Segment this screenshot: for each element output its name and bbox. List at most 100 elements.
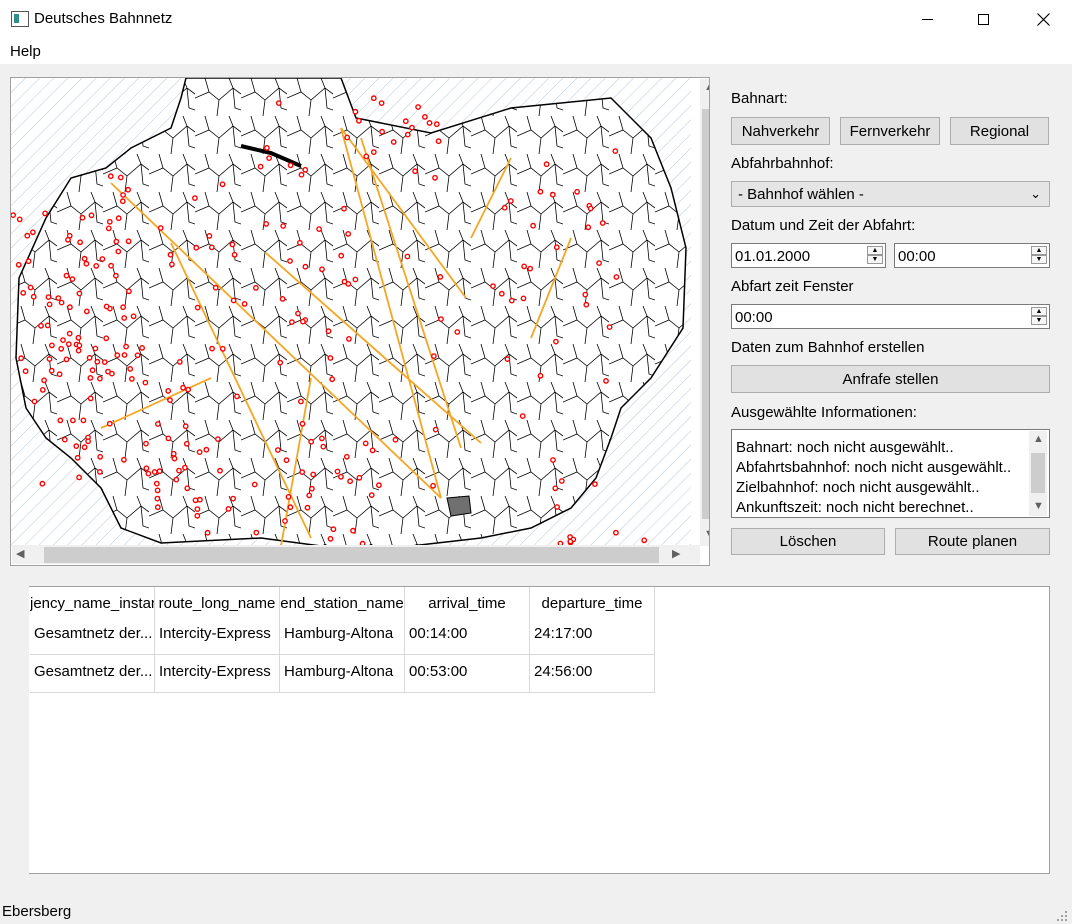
station-marker[interactable] — [125, 186, 132, 193]
station-marker[interactable] — [39, 386, 46, 393]
station-marker[interactable] — [369, 447, 376, 454]
station-marker[interactable] — [279, 295, 286, 302]
station-marker[interactable] — [552, 485, 559, 492]
station-marker[interactable] — [176, 358, 183, 365]
station-marker[interactable] — [356, 474, 363, 481]
station-marker[interactable] — [282, 518, 288, 524]
station-marker[interactable] — [287, 258, 293, 264]
station-marker[interactable] — [430, 482, 436, 489]
station-marker[interactable] — [184, 485, 191, 492]
station-marker[interactable] — [330, 526, 337, 533]
station-marker[interactable] — [31, 398, 38, 405]
station-marker[interactable] — [308, 438, 315, 445]
station-marker[interactable] — [97, 453, 104, 460]
station-marker[interactable] — [412, 168, 418, 175]
station-marker[interactable] — [165, 387, 172, 394]
germany-rail-map[interactable] — [11, 78, 691, 546]
station-marker[interactable] — [390, 139, 397, 145]
station-marker[interactable] — [79, 214, 86, 221]
column-header-arrival[interactable]: arrival_time — [405, 587, 530, 619]
spin-up-icon[interactable]: ▲ — [1031, 307, 1047, 316]
table-cell[interactable]: 24:17:00 — [530, 617, 655, 655]
station-marker[interactable] — [74, 454, 81, 461]
station-marker[interactable] — [298, 171, 305, 178]
station-marker[interactable] — [285, 493, 292, 500]
station-marker[interactable] — [94, 358, 101, 365]
column-header-departure[interactable]: departure_time — [530, 587, 655, 619]
station-marker[interactable] — [343, 453, 350, 460]
station-marker[interactable] — [127, 365, 134, 372]
station-marker[interactable] — [295, 310, 301, 317]
station-marker[interactable] — [275, 100, 282, 106]
station-marker[interactable] — [613, 274, 620, 280]
station-marker[interactable] — [508, 297, 515, 304]
scroll-right-icon[interactable]: ▶ — [672, 547, 680, 560]
selected-region[interactable] — [446, 495, 472, 517]
station-marker[interactable] — [229, 241, 236, 248]
station-marker[interactable] — [362, 440, 369, 447]
station-marker[interactable] — [347, 478, 353, 485]
station-marker[interactable] — [151, 469, 158, 475]
station-marker[interactable] — [109, 370, 115, 377]
station-marker[interactable] — [206, 232, 213, 239]
station-marker[interactable] — [209, 345, 216, 352]
station-marker[interactable] — [87, 374, 94, 381]
station-marker[interactable] — [194, 304, 201, 311]
station-marker[interactable] — [113, 272, 119, 279]
station-marker[interactable] — [263, 145, 270, 151]
station-marker[interactable] — [93, 262, 100, 269]
station-marker[interactable] — [60, 337, 66, 343]
station-marker[interactable] — [156, 468, 163, 475]
info-scrollbar[interactable]: ▲ ▼ — [1029, 431, 1047, 516]
station-marker[interactable] — [325, 328, 332, 335]
station-marker[interactable] — [520, 295, 527, 302]
station-marker[interactable] — [75, 334, 82, 341]
map-canvas[interactable] — [11, 78, 691, 546]
time-spinner[interactable]: ▲ ▼ — [1031, 246, 1047, 265]
station-marker[interactable] — [288, 319, 295, 326]
station-marker[interactable] — [437, 273, 444, 280]
close-button[interactable] — [1020, 0, 1066, 38]
table-cell[interactable]: 00:14:00 — [405, 617, 530, 655]
station-marker[interactable] — [143, 440, 149, 447]
station-marker[interactable] — [204, 529, 211, 536]
station-marker[interactable] — [363, 153, 370, 160]
station-marker[interactable] — [171, 455, 178, 462]
station-marker[interactable] — [214, 436, 221, 442]
station-marker[interactable] — [194, 506, 201, 512]
spin-up-icon[interactable]: ▲ — [1031, 246, 1047, 255]
station-marker[interactable] — [113, 238, 120, 245]
station-marker[interactable] — [103, 335, 110, 342]
station-marker[interactable] — [143, 465, 150, 472]
info-scroll-thumb[interactable] — [1031, 453, 1045, 493]
station-marker[interactable] — [277, 359, 284, 366]
station-marker[interactable] — [287, 504, 294, 511]
station-marker[interactable] — [316, 226, 322, 233]
station-marker[interactable] — [507, 198, 514, 204]
table-cell[interactable]: Intercity-Express — [155, 655, 280, 693]
station-marker[interactable] — [344, 134, 351, 141]
station-marker[interactable] — [519, 413, 526, 419]
station-marker[interactable] — [58, 299, 65, 306]
station-marker[interactable] — [170, 450, 177, 457]
station-marker[interactable] — [27, 284, 34, 291]
station-marker[interactable] — [537, 188, 544, 195]
station-marker[interactable] — [106, 218, 113, 225]
station-marker[interactable] — [375, 482, 382, 489]
map-vertical-scrollbar[interactable]: ▲ ▼ — [700, 79, 709, 546]
station-marker[interactable] — [121, 456, 127, 463]
station-marker[interactable] — [70, 417, 76, 424]
station-marker[interactable] — [554, 504, 560, 510]
station-marker[interactable] — [203, 446, 210, 453]
station-marker[interactable] — [123, 343, 130, 350]
table-cell[interactable]: Hamburg-Altona — [280, 655, 405, 693]
query-button[interactable]: Anfrafe stellen — [731, 365, 1050, 393]
station-marker[interactable] — [241, 300, 248, 307]
station-marker[interactable] — [421, 114, 428, 120]
station-marker[interactable] — [181, 464, 188, 471]
station-marker[interactable] — [46, 301, 53, 308]
station-marker[interactable] — [299, 420, 306, 427]
station-marker[interactable] — [306, 492, 313, 499]
station-marker[interactable] — [283, 457, 290, 464]
station-marker[interactable] — [83, 260, 90, 267]
